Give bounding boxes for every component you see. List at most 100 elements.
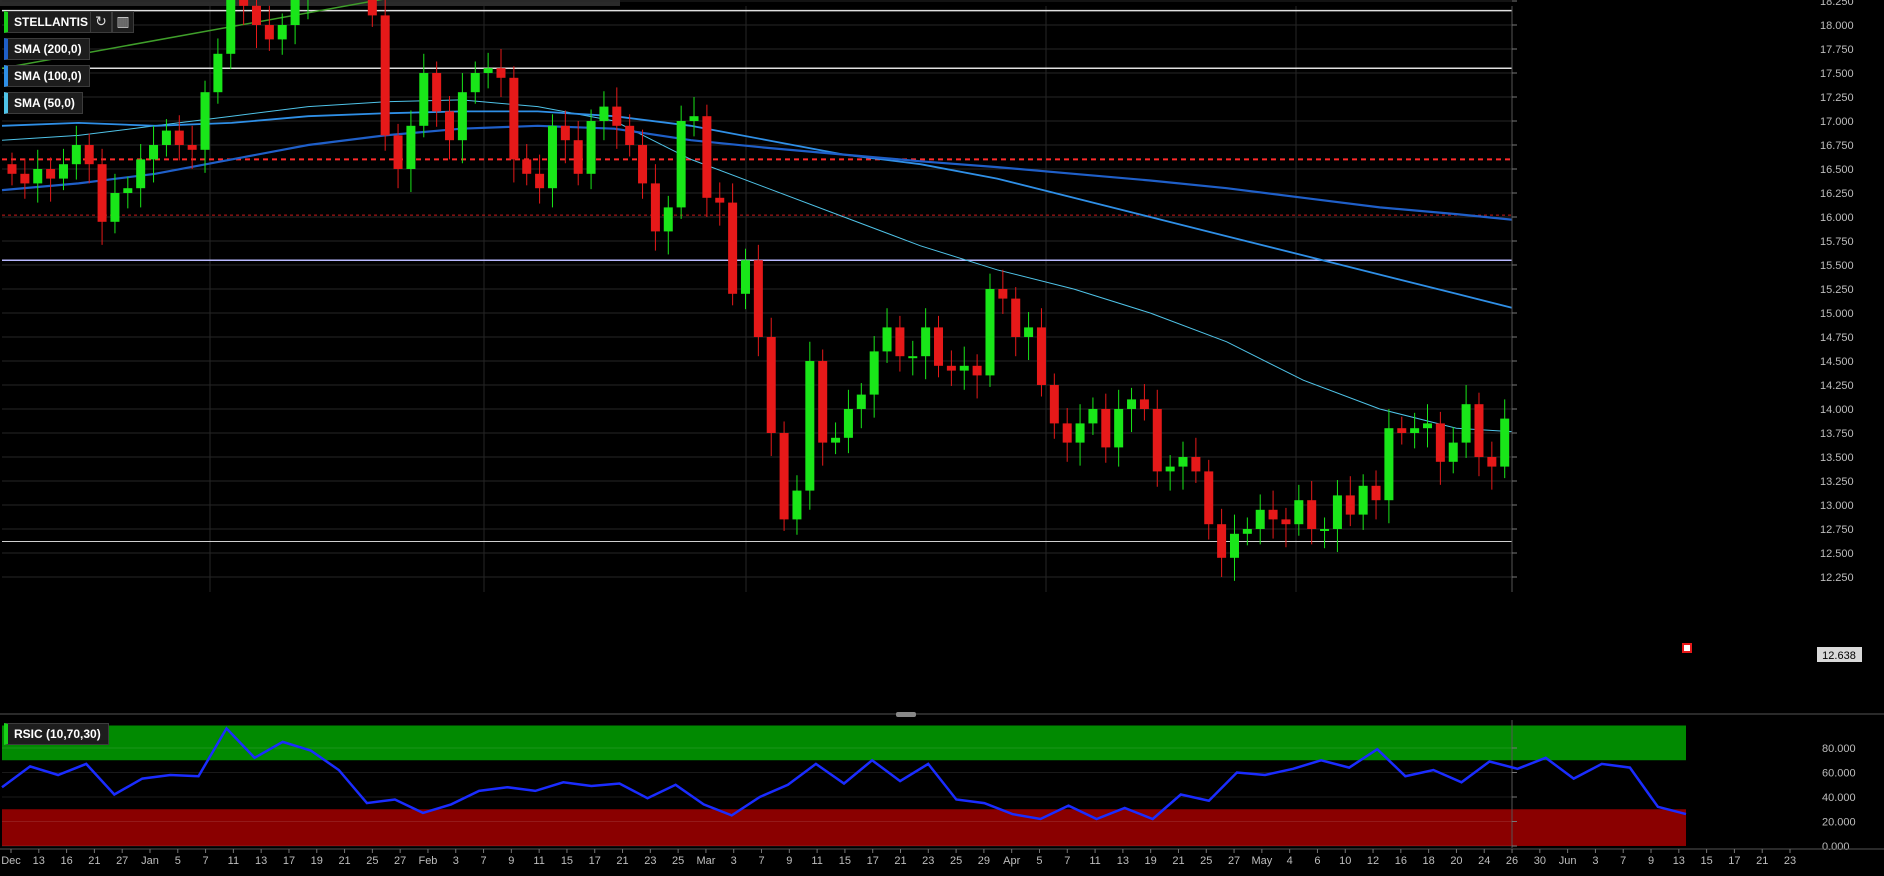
candle-body [509, 77, 519, 160]
candle-body [496, 68, 506, 78]
candle-body [406, 125, 416, 169]
price-tick-label: 13.500 [1820, 452, 1854, 464]
time-tick-label: Feb [418, 855, 437, 867]
time-tick-label: 17 [867, 855, 879, 867]
time-tick-label: Apr [1003, 855, 1020, 867]
candle-body [1487, 457, 1497, 467]
time-tick-label: 11 [811, 855, 822, 867]
rsi-tick-label: 40.000 [1822, 792, 1856, 804]
candle-body [277, 25, 287, 40]
candle-body [805, 361, 815, 491]
candle-body [123, 188, 133, 193]
legend-sma50[interactable]: SMA (50,0) [4, 92, 83, 114]
candle-body [33, 169, 43, 184]
candle-body [1345, 495, 1355, 515]
time-tick-label: 20 [1450, 855, 1462, 867]
chart-settings-icon: ▥ [116, 14, 130, 30]
instrument-tag[interactable]: STELLANTIS [4, 11, 96, 33]
price-tick-label: 17.500 [1820, 68, 1854, 80]
price-tick-label: 15.250 [1820, 284, 1854, 296]
time-tick-label: 27 [116, 855, 128, 867]
time-tick-label: 18 [1423, 855, 1435, 867]
candle-body [1217, 524, 1227, 558]
candle-body [1101, 409, 1111, 448]
candle-body [895, 327, 905, 357]
time-tick-label: 7 [203, 855, 209, 867]
time-tick-label: 30 [1534, 855, 1546, 867]
candle-body [483, 68, 493, 73]
candle-body [1139, 399, 1149, 409]
time-tick-label: 17 [283, 855, 295, 867]
candle-body [174, 130, 184, 145]
candle-body [818, 361, 828, 443]
candle-body [161, 130, 171, 145]
chart-settings-button[interactable]: ▥ [112, 11, 134, 33]
last-price-marker [1682, 643, 1692, 653]
candle-body [1049, 385, 1059, 424]
price-tick-label: 12.750 [1820, 524, 1854, 536]
candle-body [393, 135, 403, 169]
candle-body [650, 183, 660, 232]
candle-body [264, 25, 274, 40]
candle-body [908, 356, 918, 359]
candle-body [445, 111, 455, 141]
candle-body [1371, 485, 1381, 501]
time-tick-label: Mar [696, 855, 715, 867]
candle [380, 0, 390, 151]
price-tick-label: 16.000 [1820, 212, 1854, 224]
price-tick-label: 13.750 [1820, 428, 1854, 440]
time-tick-label: 23 [1784, 855, 1796, 867]
candle-body [625, 125, 635, 145]
time-tick-label: May [1251, 855, 1272, 867]
legend-sma100[interactable]: SMA (100,0) [4, 65, 90, 87]
candle-body [1204, 471, 1214, 525]
time-tick-label: 16 [1395, 855, 1407, 867]
candle-body [58, 164, 68, 179]
time-tick-label: 11 [228, 855, 239, 867]
time-tick-label: 3 [1592, 855, 1598, 867]
rsi-tick-label: 0.000 [1822, 841, 1850, 853]
legend-sma100-label: SMA (100,0) [14, 69, 82, 83]
legend-sma50-label: SMA (50,0) [14, 96, 75, 110]
candle-body [1075, 423, 1085, 443]
time-tick-label: 3 [453, 855, 459, 867]
legend-rsi[interactable]: RSIC (10,70,30) [4, 723, 109, 745]
candle-body [1384, 428, 1394, 501]
time-tick-label: 25 [1200, 855, 1212, 867]
refresh-button[interactable]: ↻ [90, 11, 112, 33]
candle-body [1397, 428, 1407, 433]
candle-body [522, 159, 532, 174]
candle-body [1423, 423, 1433, 429]
candle-body [1294, 500, 1304, 525]
candle-body [946, 365, 956, 371]
candle-body [251, 5, 261, 26]
price-tick-label: 12.500 [1820, 548, 1854, 560]
time-tick-label: 23 [922, 855, 934, 867]
legend-sma200[interactable]: SMA (200,0) [4, 38, 90, 60]
time-tick-label: 13 [33, 855, 45, 867]
price-tick-label: 14.500 [1820, 356, 1854, 368]
time-tick-label: 4 [1287, 855, 1293, 867]
candle-body [1500, 418, 1510, 467]
panel-splitter-handle[interactable] [896, 712, 916, 717]
price-tick-label: 16.500 [1820, 164, 1854, 176]
candle-body [1191, 457, 1201, 472]
time-tick-label: 27 [394, 855, 406, 867]
instrument-name: STELLANTIS [14, 15, 88, 29]
time-tick-label: 3 [731, 855, 737, 867]
candle-body [1255, 509, 1265, 529]
price-chart[interactable]: 19.25019.00018.75018.50018.25018.00017.7… [0, 0, 1884, 876]
candle [805, 341, 815, 510]
time-tick-label: 11 [1089, 855, 1100, 867]
time-tick-label: Jun [1559, 855, 1577, 867]
candle-body [1062, 423, 1072, 443]
time-tick-label: 21 [338, 855, 350, 867]
time-tick-label: 21 [616, 855, 628, 867]
candle-body [856, 394, 866, 409]
candle-body [702, 116, 712, 198]
candle [676, 105, 686, 219]
candle-body [226, 0, 236, 54]
candle-body [612, 106, 622, 126]
time-tick-label: 26 [1506, 855, 1518, 867]
price-tick-label: 16.750 [1820, 140, 1854, 152]
